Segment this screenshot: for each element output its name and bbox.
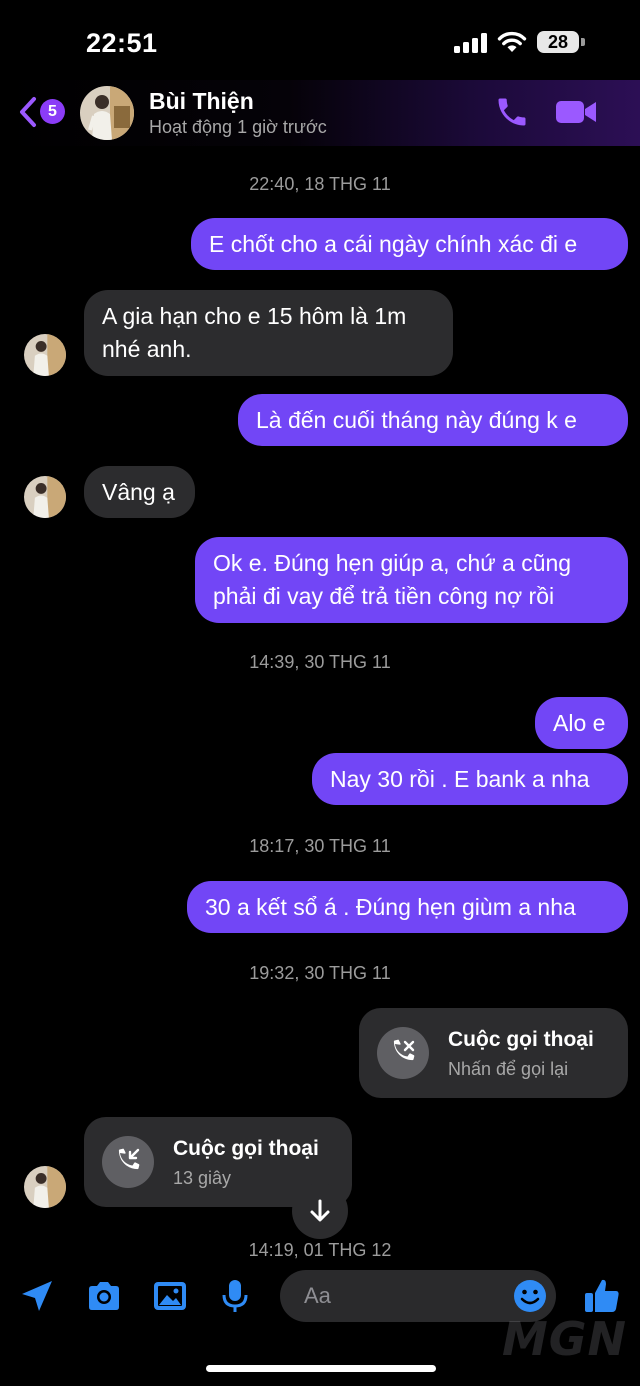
- chevron-down-icon: [310, 1199, 330, 1222]
- call-title: Cuộc gọi thoại: [173, 1137, 319, 1160]
- scroll-to-bottom-button[interactable]: [292, 1183, 348, 1239]
- call-subtitle: 13 giây: [173, 1168, 232, 1188]
- unread-count-badge[interactable]: 5: [40, 99, 65, 124]
- contact-avatar-small[interactable]: [24, 1166, 66, 1208]
- message-outgoing[interactable]: E chốt cho a cái ngày chính xác đi e: [191, 218, 628, 270]
- contact-status: Hoạt động 1 giờ trước: [149, 117, 327, 137]
- phone-icon[interactable]: [494, 94, 530, 130]
- contact-name[interactable]: Bùi Thiện: [149, 88, 254, 115]
- incoming-call-icon: [102, 1136, 154, 1188]
- message-outgoing[interactable]: Alo e: [535, 697, 628, 749]
- chat-header: 5 Bùi Thiện Hoạt động 1 giờ trước: [0, 80, 640, 146]
- video-camera-icon[interactable]: [554, 96, 598, 128]
- missed-call-icon: [377, 1027, 429, 1079]
- timestamp: 18:17, 30 THG 11: [249, 836, 391, 856]
- timestamp: 22:40, 18 THG 11: [249, 174, 391, 194]
- microphone-icon[interactable]: [216, 1277, 254, 1315]
- image-icon[interactable]: [151, 1277, 189, 1315]
- battery-cap: [581, 38, 585, 46]
- camera-icon[interactable]: [85, 1277, 123, 1315]
- contact-avatar-small[interactable]: [24, 476, 66, 518]
- call-title: Cuộc gọi thoại: [448, 1028, 594, 1051]
- message-line: phải đi vay để trả tiền công nợ rồi: [213, 583, 555, 609]
- message-line: A gia hạn cho e 15 hôm là 1m: [102, 303, 407, 329]
- contact-avatar[interactable]: [80, 86, 134, 140]
- thumbs-up-icon[interactable]: [582, 1276, 622, 1316]
- message-outgoing[interactable]: Là đến cuối tháng này đúng k e: [238, 394, 628, 446]
- timestamp: 14:39, 30 THG 11: [249, 652, 391, 672]
- message-incoming[interactable]: Vâng ạ: [84, 466, 195, 518]
- message-incoming[interactable]: A gia hạn cho e 15 hôm là 1m nhé anh.: [84, 290, 453, 376]
- cellular-signal-icon: [454, 33, 487, 53]
- home-indicator: [206, 1365, 436, 1372]
- call-card-outgoing[interactable]: Cuộc gọi thoại Nhấn để gọi lại: [359, 1008, 628, 1098]
- message-line: Ok e. Đúng hẹn giúp a, chứ a cũng: [213, 550, 572, 576]
- wifi-icon: [497, 31, 527, 52]
- contact-avatar-small[interactable]: [24, 334, 66, 376]
- message-line: nhé anh.: [102, 336, 192, 362]
- battery-level: 28: [537, 31, 579, 53]
- timestamp: 14:19, 01 THG 12: [248, 1240, 392, 1260]
- emoji-icon[interactable]: [512, 1278, 548, 1314]
- watermark-logo: MGN: [502, 1312, 628, 1366]
- timestamp: 19:32, 30 THG 11: [249, 963, 391, 983]
- message-outgoing[interactable]: Ok e. Đúng hẹn giúp a, chứ a cũng phải đ…: [195, 537, 628, 623]
- message-outgoing[interactable]: Nay 30 rồi . E bank a nha: [312, 753, 628, 805]
- location-arrow-icon[interactable]: [18, 1277, 56, 1315]
- status-bar: 22:51 28: [0, 0, 640, 80]
- call-subtitle: Nhấn để gọi lại: [448, 1059, 569, 1079]
- message-outgoing[interactable]: 30 a kết sổ á . Đúng hẹn giùm a nha: [187, 881, 628, 933]
- status-time: 22:51: [86, 28, 158, 58]
